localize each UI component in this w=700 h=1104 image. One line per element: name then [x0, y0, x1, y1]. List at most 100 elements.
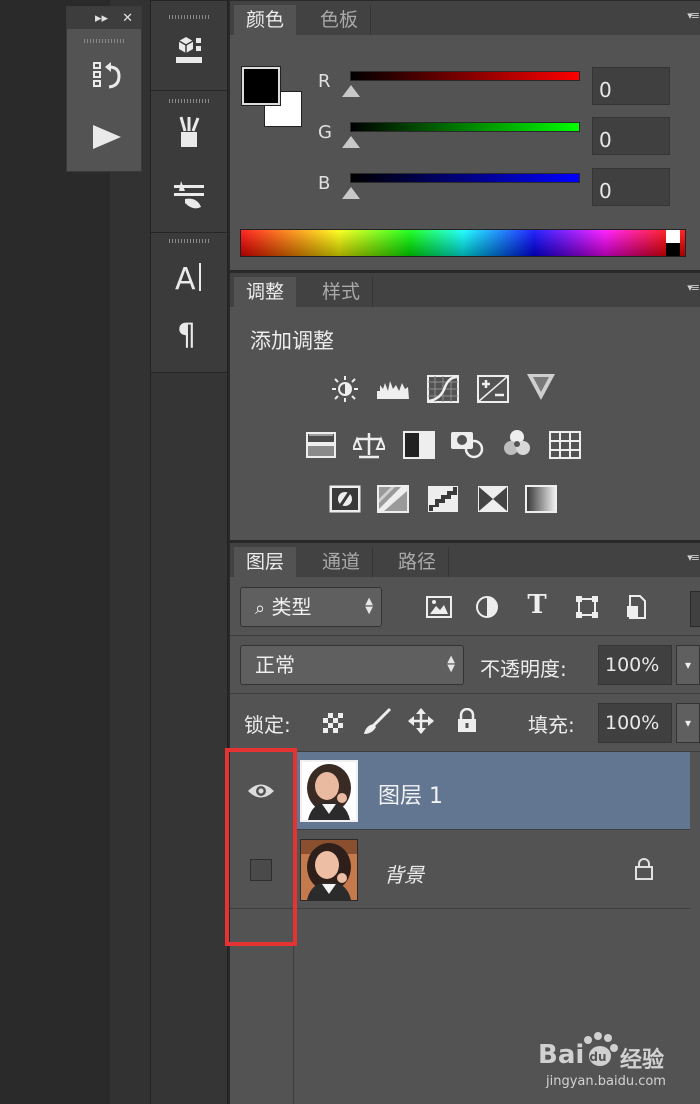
spectrum-black-swatch[interactable] — [666, 243, 680, 256]
b-slider[interactable] — [350, 173, 580, 183]
hue-saturation-icon[interactable] — [304, 431, 338, 459]
svg-text:¶: ¶ — [177, 318, 196, 351]
tab-styles[interactable]: 样式 — [310, 277, 374, 307]
opacity-label: 不透明度: — [480, 657, 567, 681]
layer-name[interactable]: 背景 — [384, 859, 424, 888]
levels-icon[interactable] — [376, 375, 410, 403]
blend-mode-value: 正常 — [255, 653, 295, 677]
r-value-field[interactable]: 0 — [592, 67, 670, 105]
history-icon[interactable] — [89, 59, 125, 95]
3d-material-icon[interactable] — [169, 29, 209, 69]
lock-image-pixels-icon[interactable] — [360, 707, 394, 735]
actions-play-icon[interactable] — [89, 119, 125, 155]
tab-channels[interactable]: 通道 — [310, 547, 374, 577]
tab-paths[interactable]: 路径 — [386, 547, 450, 577]
filter-kind-value: 类型 — [271, 595, 312, 619]
layer-thumbnail[interactable] — [300, 839, 358, 901]
black-white-icon[interactable] — [402, 431, 436, 459]
collapsed-panel-dock: ▸▸ ✕ — [66, 6, 142, 172]
r-slider[interactable] — [350, 71, 580, 81]
highlight-annotation-box — [225, 748, 297, 946]
dock-grip[interactable] — [84, 39, 124, 43]
b-slider-thumb[interactable] — [342, 187, 360, 199]
tab-adjustments[interactable]: 调整 — [234, 277, 297, 307]
paragraph-icon[interactable]: ¶ — [169, 313, 209, 353]
layer-name[interactable]: 图层 1 — [378, 778, 443, 810]
panel-icon-column: A ¶ — [150, 0, 228, 1104]
tool-group-type: A ¶ — [151, 232, 227, 372]
panel-menu-icon[interactable]: ▾≡ — [687, 281, 700, 294]
b-value-field[interactable]: 0 — [592, 168, 670, 206]
lock-all-icon[interactable] — [450, 707, 484, 735]
fill-field[interactable]: 100% — [598, 703, 672, 743]
tab-swatches[interactable]: 色板 — [308, 5, 372, 35]
filter-type-layers-icon[interactable]: T — [520, 590, 554, 620]
svg-text:A: A — [175, 262, 196, 295]
divider — [230, 635, 700, 636]
tool-group-brush — [151, 90, 227, 232]
tab-color[interactable]: 颜色 — [234, 5, 297, 35]
filter-smart-objects-icon[interactable] — [620, 593, 654, 621]
close-icon[interactable]: ✕ — [122, 11, 133, 26]
brush-settings-icon[interactable] — [169, 175, 209, 215]
opacity-field[interactable]: 100% — [598, 645, 672, 685]
exposure-icon[interactable] — [476, 375, 510, 403]
g-slider-thumb[interactable] — [342, 136, 360, 148]
filter-toggle[interactable] — [690, 591, 700, 627]
layer-filter-dropdown[interactable]: ⌕ 类型 ▲ ▼ — [240, 587, 382, 627]
divider — [230, 693, 700, 694]
opacity-slider-toggle[interactable]: ▾ — [676, 645, 700, 685]
selective-color-icon[interactable] — [476, 485, 510, 513]
gradient-map-icon[interactable] — [524, 485, 558, 513]
layer-row-layer1[interactable]: 图层 1 — [230, 752, 690, 830]
layer-thumbnail[interactable] — [300, 760, 358, 822]
layer-row-background[interactable]: 背景 — [230, 831, 690, 909]
channel-label-g: G — [318, 122, 332, 143]
lock-transparent-pixels-icon[interactable] — [316, 709, 350, 737]
g-slider[interactable] — [350, 122, 580, 132]
tab-layers[interactable]: 图层 — [234, 547, 297, 577]
color-balance-icon[interactable] — [352, 431, 386, 459]
color-spectrum-bar[interactable] — [240, 229, 686, 257]
filter-pixel-layers-icon[interactable] — [422, 593, 456, 621]
filter-shape-layers-icon[interactable] — [570, 593, 604, 621]
color-panel: 颜色 色板 ▾≡ R 0 G 0 B 0 — [230, 0, 700, 270]
channel-mixer-icon[interactable] — [500, 429, 534, 457]
lock-position-icon[interactable] — [404, 707, 438, 735]
fill-slider-toggle[interactable]: ▾ — [676, 703, 700, 743]
add-adjustment-heading: 添加调整 — [250, 329, 334, 353]
baidu-jingyan-watermark: du Bai 经验 jingyan.baidu.com — [538, 1028, 700, 1104]
character-icon[interactable]: A — [169, 257, 209, 297]
tool-group-3d — [151, 0, 227, 90]
curves-icon[interactable] — [426, 375, 460, 403]
blend-mode-dropdown[interactable]: 正常 ▲ ▼ — [240, 645, 464, 685]
photo-filter-icon[interactable] — [450, 429, 484, 459]
adjustments-panel: 调整 样式 ▾≡ 添加调整 — [230, 272, 700, 540]
posterize-icon[interactable] — [376, 485, 410, 513]
adjustments-tabs: 调整 样式 ▾≡ — [230, 273, 700, 307]
svg-text:du: du — [589, 1050, 606, 1064]
lock-label: 锁定: — [244, 713, 291, 737]
brush-preset-icon[interactable] — [169, 113, 209, 153]
vibrance-icon[interactable] — [524, 373, 558, 401]
watermark-url: jingyan.baidu.com — [546, 1074, 666, 1089]
filter-adjustment-layers-icon[interactable] — [470, 593, 504, 621]
panel-menu-icon[interactable]: ▾≡ — [687, 551, 700, 564]
dropdown-arrows-icon: ▲ ▼ — [365, 596, 373, 616]
expand-icon[interactable]: ▸▸ — [95, 11, 108, 26]
brightness-contrast-icon[interactable] — [328, 375, 362, 403]
panel-menu-icon[interactable]: ▾≡ — [687, 9, 700, 22]
threshold-icon[interactable] — [426, 485, 460, 513]
color-lookup-icon[interactable] — [548, 431, 582, 459]
channel-label-r: R — [318, 71, 331, 92]
tool-column-empty — [151, 372, 227, 1104]
foreground-color-swatch[interactable] — [241, 66, 281, 106]
r-slider-thumb[interactable] — [342, 85, 360, 97]
search-icon: ⌕ — [255, 598, 266, 619]
spectrum-white-swatch[interactable] — [666, 230, 680, 243]
color-panel-tabs: 颜色 色板 ▾≡ — [230, 1, 700, 35]
dropdown-arrows-icon: ▲ ▼ — [447, 654, 455, 674]
invert-icon[interactable] — [328, 485, 362, 513]
g-value-field[interactable]: 0 — [592, 117, 670, 155]
watermark-brand-suffix: 经验 — [620, 1048, 665, 1073]
